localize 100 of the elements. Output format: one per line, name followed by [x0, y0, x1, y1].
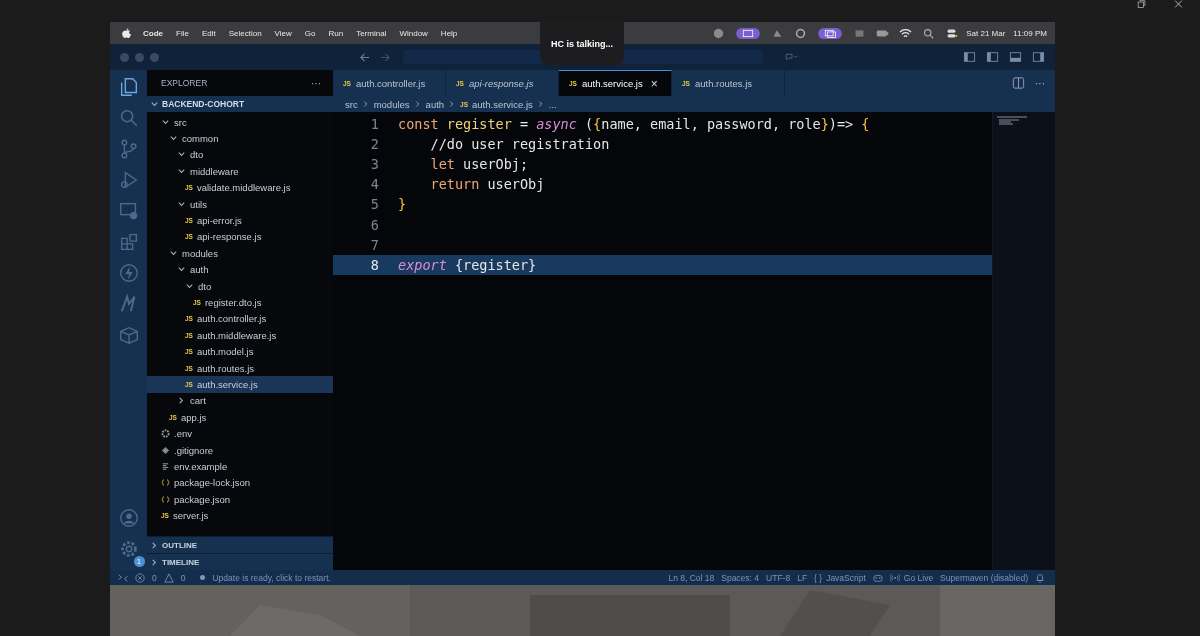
wifi-icon[interactable]	[899, 27, 913, 39]
error-count[interactable]: 0	[152, 572, 157, 583]
file-name: modules	[182, 247, 218, 259]
line-number: 2	[369, 136, 380, 153]
menu-item[interactable]: View	[274, 28, 292, 38]
update-message[interactable]: Update is ready, click to restart.	[212, 572, 331, 583]
layout-icon[interactable]	[986, 51, 999, 63]
menu-item[interactable]: Run	[328, 28, 344, 38]
code-line: }	[398, 196, 407, 213]
chevron-right-icon	[413, 100, 422, 108]
copilot-icon[interactable]	[872, 572, 883, 583]
section-title: OUTLINE	[162, 540, 198, 550]
code-line: //do user registration	[429, 136, 610, 153]
file-tree-item[interactable]: .env	[147, 425, 333, 442]
close-tab-button[interactable]: ×	[650, 76, 658, 91]
breadcrumb-item[interactable]: auth	[425, 98, 445, 110]
breadcrumb-item[interactable]: src	[345, 98, 358, 110]
bell-icon[interactable]	[1035, 572, 1045, 583]
menu-item[interactable]: Help	[440, 28, 458, 38]
section-title: TIMELINE	[162, 557, 200, 567]
remote-explorer-icon[interactable]	[117, 200, 140, 222]
language-icon: { }	[814, 572, 823, 583]
breadcrumb-item[interactable]: ...	[548, 98, 557, 110]
file-name: auth.routes.js	[196, 362, 254, 374]
menu-item[interactable]: Selection	[228, 28, 262, 38]
file-tree-item[interactable]: dto	[147, 277, 333, 295]
menu-bar-time: 11:09 PM	[1013, 28, 1047, 38]
tab-label: auth.controller.js	[355, 77, 426, 89]
error-icon[interactable]	[135, 572, 145, 583]
file-name: package-lock.json	[174, 477, 251, 489]
more-actions-button[interactable]: ···	[1035, 77, 1045, 89]
file-tree-item[interactable]: package-lock.json	[147, 474, 333, 491]
account-icon[interactable]	[117, 507, 140, 529]
line-number: 8	[369, 256, 380, 273]
code-line: const register = async ({name, email, password, role})=> {	[398, 116, 870, 133]
file-name: common	[182, 133, 219, 145]
menu-item[interactable]: Code	[143, 28, 163, 38]
file-name: src	[174, 116, 187, 128]
file-tree-item[interactable]: common	[147, 130, 333, 147]
file-name: .env	[174, 428, 192, 440]
search-icon[interactable]	[922, 27, 936, 39]
workspace-name: BACKEND-COHORT	[162, 99, 245, 109]
close-icon[interactable]	[1173, 0, 1184, 8]
encoding[interactable]: UTF-8	[766, 572, 791, 583]
file-name: auth.model.js	[196, 346, 254, 358]
restore-icon[interactable]	[1136, 0, 1147, 8]
language-mode[interactable]: JavaScript	[826, 572, 866, 583]
chat-icon[interactable]	[785, 51, 798, 63]
file-tree-item[interactable]: cart	[147, 392, 333, 410]
notice-popup: HC is talking...	[540, 22, 624, 65]
extension-status[interactable]: Supermaven (disabled)	[940, 572, 1028, 583]
file-tree-item[interactable]: package.json	[147, 491, 333, 508]
line-number: 4	[369, 176, 380, 193]
section-header[interactable]: OUTLINE	[147, 536, 333, 553]
split-editor-icon[interactable]	[1012, 77, 1025, 89]
section-header[interactable]: TIMELINE	[147, 553, 333, 570]
broadcast-icon	[889, 572, 900, 583]
file-tree-item[interactable]: middleware	[147, 163, 333, 180]
file-tree-item[interactable]: src	[147, 114, 333, 131]
menu-item[interactable]: Terminal	[356, 28, 387, 38]
status-icon[interactable]	[794, 27, 808, 39]
menu-item[interactable]: Window	[399, 28, 428, 38]
lightning-icon[interactable]	[117, 262, 140, 284]
apple-icon[interactable]	[122, 27, 131, 39]
breadcrumb-item[interactable]: auth.service.js	[472, 98, 533, 110]
cursor-position[interactable]: Ln 8, Col 18	[668, 572, 715, 583]
file-name: api-response.js	[196, 231, 262, 243]
menu-item[interactable]: Go	[304, 28, 316, 38]
menu-item[interactable]: Edit	[201, 28, 216, 38]
indentation[interactable]: Spaces: 4	[721, 572, 760, 583]
file-tree-item[interactable]: modules	[147, 245, 333, 262]
status-icon[interactable]	[817, 27, 844, 39]
menu-item[interactable]: File	[176, 28, 189, 38]
box-icon[interactable]	[117, 324, 140, 346]
forward-arrow-icon[interactable]	[380, 51, 391, 63]
layout-icon[interactable]	[1032, 51, 1045, 63]
workspace-header[interactable]: BACKEND-COHORT	[147, 96, 333, 112]
file-name: middleware	[190, 165, 239, 177]
file-tree-item[interactable]: env.example	[147, 458, 333, 475]
file-tree-item[interactable]: .gitignore	[147, 441, 333, 459]
tab-label: auth.routes.js	[694, 77, 752, 89]
warning-count[interactable]: 0	[180, 572, 186, 583]
go-live-button[interactable]: Go Live	[903, 572, 934, 583]
file-tree-item[interactable]: utils	[147, 195, 333, 213]
layout-icon[interactable]	[963, 51, 976, 63]
file-name: package.json	[174, 493, 230, 505]
back-arrow-icon[interactable]	[359, 51, 370, 63]
status-icon[interactable]	[735, 27, 762, 39]
warning-icon[interactable]	[163, 572, 174, 583]
control-center-icon[interactable]	[945, 27, 959, 39]
file-name: validate.middleware.js	[196, 182, 291, 194]
line-ending[interactable]: LF	[797, 572, 808, 583]
file-tree-item[interactable]: dto	[147, 146, 333, 164]
code-line: export {register}	[398, 256, 537, 273]
tab-label: auth.service.js	[581, 78, 643, 89]
more-actions-button[interactable]: ···	[311, 77, 321, 89]
layout-icon[interactable]	[1009, 51, 1022, 63]
file-tree-item[interactable]: auth	[147, 261, 333, 278]
remote-icon[interactable]	[118, 572, 128, 583]
breadcrumb-item[interactable]: modules	[373, 98, 410, 110]
